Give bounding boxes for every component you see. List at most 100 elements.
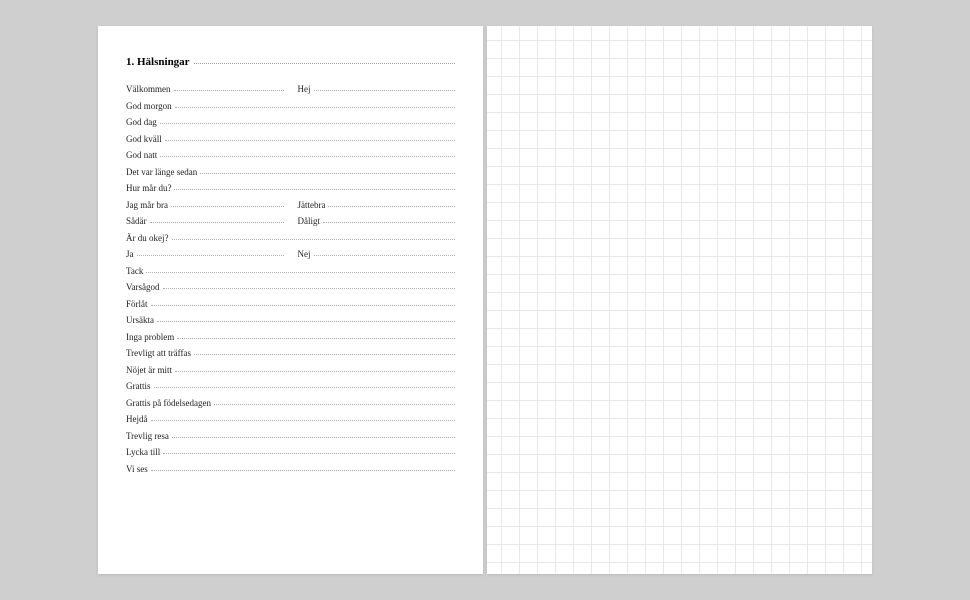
vocab-row: Trevlig resa <box>126 431 455 441</box>
vocab-cell-full: Förlåt <box>126 299 455 309</box>
vocab-cell-right: Jättebra <box>298 200 456 210</box>
vocab-term: Grattis på födelsedagen <box>126 398 211 408</box>
vocab-cell-full: Lycka till <box>126 447 455 457</box>
vocab-row: Grattis <box>126 381 455 391</box>
vocab-term: Nej <box>298 249 311 259</box>
vocab-cell-full: Grattis <box>126 381 455 391</box>
dotted-line <box>172 239 456 240</box>
dotted-line <box>165 140 455 141</box>
dotted-line <box>150 222 284 223</box>
heading-text: 1. Hälsningar <box>126 56 190 68</box>
vocab-cell-left: Jag mår bra <box>126 200 284 210</box>
vocab-term: Tack <box>126 266 143 276</box>
heading-dotted-line <box>194 63 455 64</box>
vocab-cell-full: Vi ses <box>126 464 455 474</box>
vocab-term: Ursäkta <box>126 315 154 325</box>
vocab-cell-left: Välkommen <box>126 84 284 94</box>
vocab-cell-full: God morgon <box>126 101 455 111</box>
vocab-term: God dag <box>126 117 157 127</box>
dotted-line <box>328 206 455 207</box>
vocab-term: Hejdå <box>126 414 148 424</box>
vocab-term: Ja <box>126 249 134 259</box>
vocab-cell-full: Inga problem <box>126 332 455 342</box>
dotted-line <box>174 90 284 91</box>
vocab-cell-full: Tack <box>126 266 455 276</box>
vocab-term: Vi ses <box>126 464 148 474</box>
vocab-term: Nöjet är mitt <box>126 365 172 375</box>
dotted-line <box>146 272 455 273</box>
vocab-term: Välkommen <box>126 84 171 94</box>
vocab-term: Lycka till <box>126 447 160 457</box>
vocab-term: Hur mår du? <box>126 183 171 193</box>
vocab-term: God morgon <box>126 101 172 111</box>
vocab-term: God natt <box>126 150 157 160</box>
vocab-row: Nöjet är mitt <box>126 365 455 375</box>
vocab-row: Hur mår du? <box>126 183 455 193</box>
vocab-cell-right: Nej <box>298 249 456 259</box>
vocab-row: Sådär Dåligt <box>126 216 455 226</box>
vocab-row: Jag mår bra Jättebra <box>126 200 455 210</box>
vocab-row: God kväll <box>126 134 455 144</box>
dotted-line <box>174 189 455 190</box>
section-heading: 1. Hälsningar <box>126 56 455 68</box>
vocab-cell-full: God dag <box>126 117 455 127</box>
vocab-term: Inga problem <box>126 332 174 342</box>
vocab-cell-full: Hur mår du? <box>126 183 455 193</box>
vocab-row: Trevligt att träffas <box>126 348 455 358</box>
vocab-cell-left: Ja <box>126 249 284 259</box>
vocab-row: Inga problem <box>126 332 455 342</box>
vocab-row: Tack <box>126 266 455 276</box>
vocab-cell-full: Det var länge sedan <box>126 167 455 177</box>
vocab-cell-full: Trevlig resa <box>126 431 455 441</box>
vocab-cell-full: Nöjet är mitt <box>126 365 455 375</box>
vocab-row: Är du okej? <box>126 233 455 243</box>
vocab-term: God kväll <box>126 134 162 144</box>
vocab-row: Det var länge sedan <box>126 167 455 177</box>
vocab-row: Grattis på födelsedagen <box>126 398 455 408</box>
dotted-line <box>314 255 456 256</box>
vocab-cell-left: Sådär <box>126 216 284 226</box>
vocab-term: Dåligt <box>298 216 321 226</box>
dotted-line <box>323 222 455 223</box>
dotted-line <box>151 470 455 471</box>
vocab-cell-full: Ursäkta <box>126 315 455 325</box>
dotted-line <box>314 90 456 91</box>
dotted-line <box>175 107 455 108</box>
vocab-term: Sådär <box>126 216 147 226</box>
vocab-term: Det var länge sedan <box>126 167 197 177</box>
vocab-cell-right: Hej <box>298 84 456 94</box>
vocab-cell-right: Dåligt <box>298 216 456 226</box>
dotted-line <box>151 305 456 306</box>
vocab-cell-full: Grattis på födelsedagen <box>126 398 455 408</box>
vocab-row: God dag <box>126 117 455 127</box>
vocab-row: Ursäkta <box>126 315 455 325</box>
page-spread: 1. Hälsningar Välkommen Hej God morgon God … <box>98 26 872 574</box>
vocab-cell-full: Är du okej? <box>126 233 455 243</box>
vocab-term: Grattis <box>126 381 151 391</box>
vocab-row: Vi ses <box>126 464 455 474</box>
dotted-line <box>154 387 456 388</box>
vocab-row: God morgon <box>126 101 455 111</box>
vocab-term: Är du okej? <box>126 233 169 243</box>
page-right-grid <box>487 26 872 574</box>
dotted-line <box>214 404 455 405</box>
dotted-line <box>137 255 284 256</box>
dotted-line <box>175 371 455 372</box>
dotted-line <box>194 354 455 355</box>
page-left: 1. Hälsningar Välkommen Hej God morgon God … <box>98 26 483 574</box>
vocab-term: Varsågod <box>126 282 160 292</box>
vocab-term: Trevligt att träffas <box>126 348 191 358</box>
vocab-row: God natt <box>126 150 455 160</box>
dotted-line <box>163 288 456 289</box>
vocab-term: Hej <box>298 84 311 94</box>
dotted-line <box>151 420 456 421</box>
dotted-line <box>157 321 455 322</box>
dotted-line <box>163 453 455 454</box>
dotted-line <box>200 173 455 174</box>
vocab-cell-full: Varsågod <box>126 282 455 292</box>
dotted-line <box>160 123 455 124</box>
vocab-cell-full: Trevligt att träffas <box>126 348 455 358</box>
vocab-row: Hejdå <box>126 414 455 424</box>
dotted-line <box>160 156 455 157</box>
vocab-term: Trevlig resa <box>126 431 169 441</box>
